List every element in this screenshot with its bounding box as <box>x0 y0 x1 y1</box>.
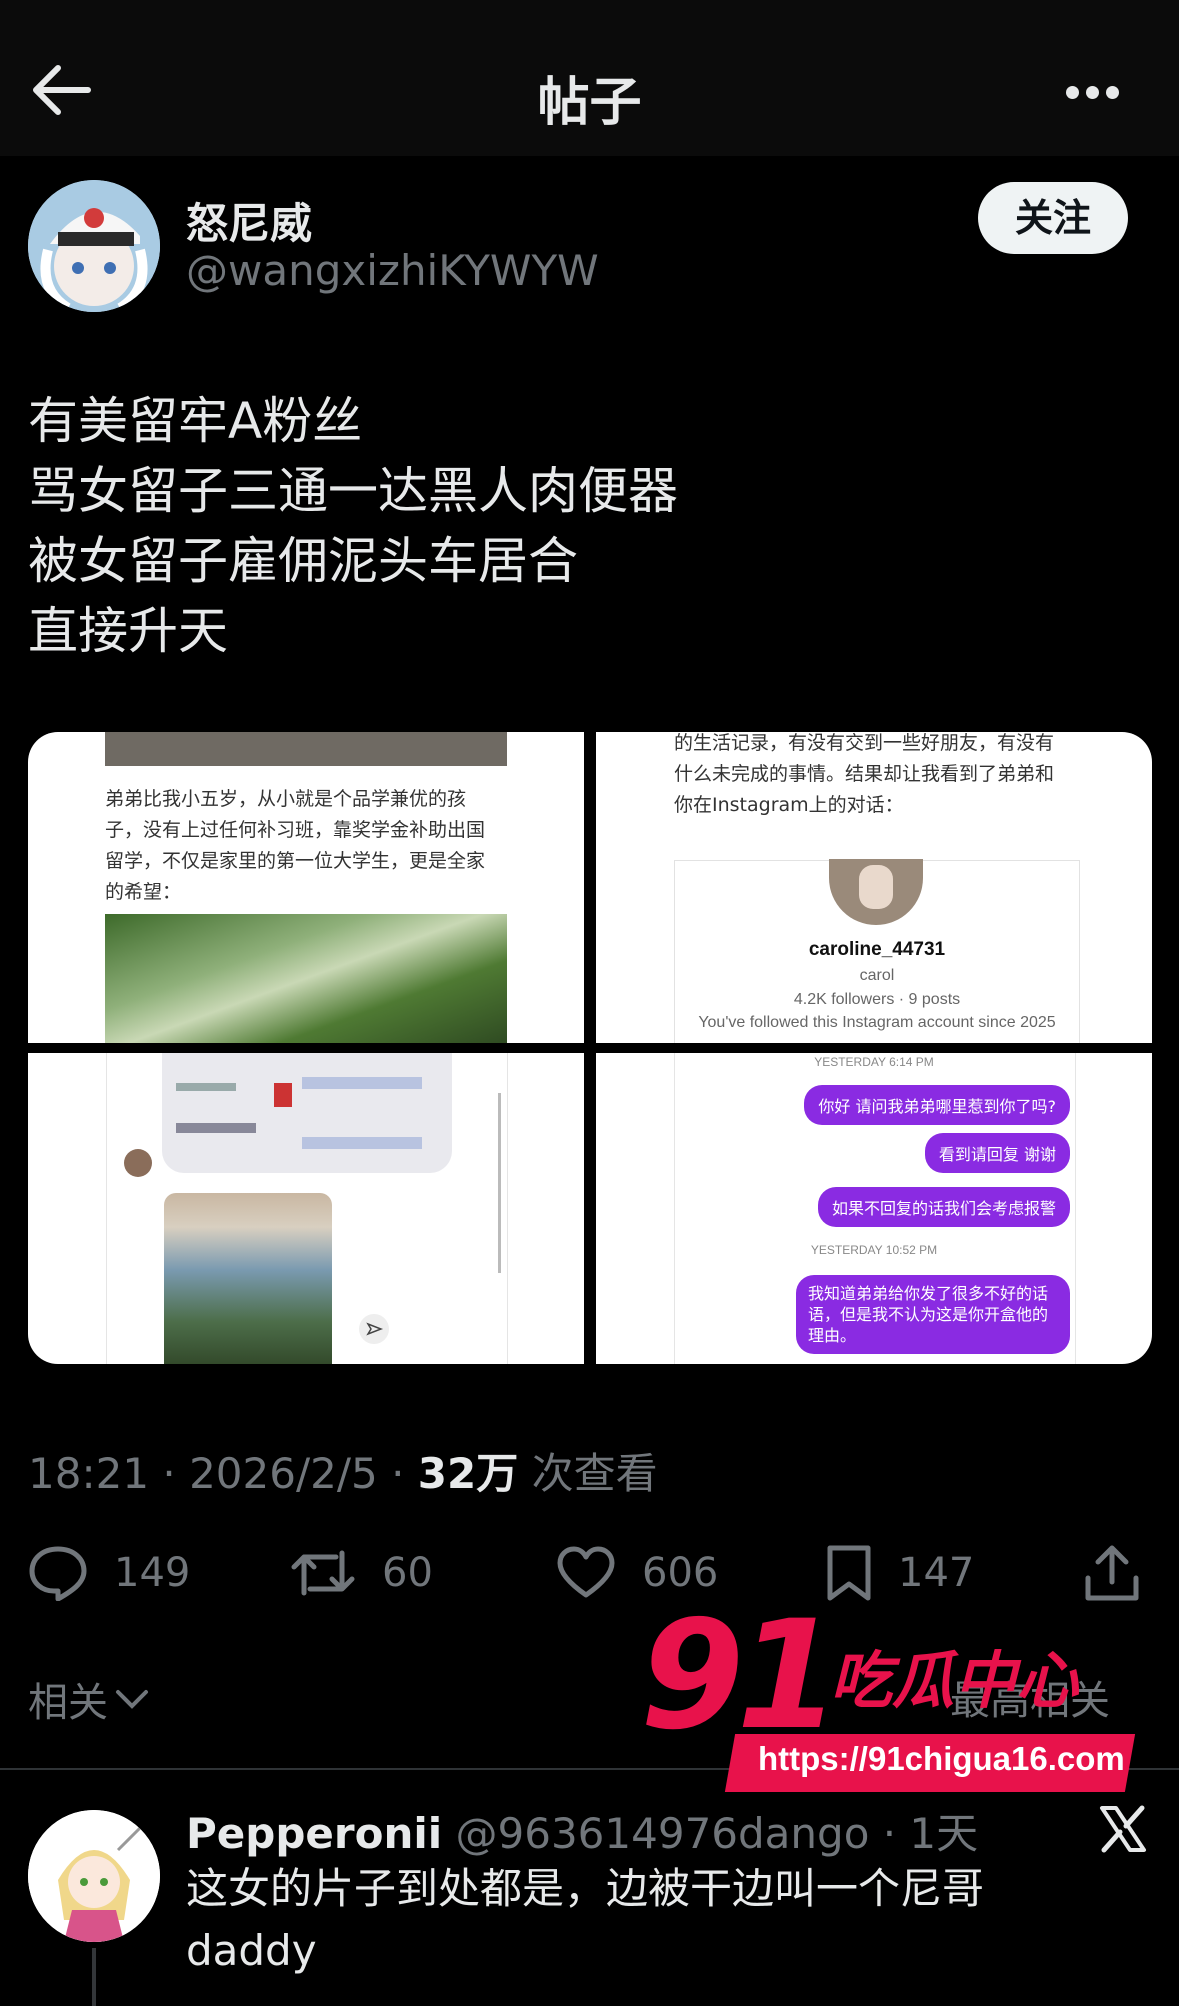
page-title: 帖子 <box>537 73 642 133</box>
building-photo <box>164 1193 332 1364</box>
media-image-2[interactable]: 的生活记录，有没有交到一些好朋友，有没有 什么未完成的事情。结果却让我看到了弟弟… <box>596 732 1152 1043</box>
reply-author-handle[interactable]: @963614976dango · 1天 <box>456 1809 979 1858</box>
retweet-icon <box>291 1550 355 1596</box>
photo-strip <box>105 732 507 766</box>
author-name[interactable]: 怒尼威 <box>186 190 312 251</box>
bookmark-icon <box>827 1545 871 1601</box>
bookmark-count: 147 <box>898 1550 975 1596</box>
watermark-number: 91 <box>640 1589 841 1763</box>
author-handle[interactable]: @wangxizhiKYWYW <box>186 246 599 295</box>
media-image-1[interactable]: 弟弟比我小五岁，从小就是个品学兼优的孩 子，没有上过任何补习班，靠奖学金补助出国… <box>28 732 584 1043</box>
dm-message: 看到请回复 谢谢 <box>924 1133 1070 1173</box>
related-toggle[interactable]: 相关 <box>28 1670 152 1728</box>
heart-icon <box>557 1546 615 1598</box>
dm-timestamp: YESTERDAY 6:14 PM <box>814 1055 934 1069</box>
media-image-3[interactable] <box>28 1053 584 1364</box>
instagram-display-name: carol <box>859 967 895 984</box>
watermark-url: https://91chigua16.com <box>758 1740 1125 1777</box>
reply-count: 149 <box>114 1550 191 1596</box>
view-label: 次查看 <box>518 1449 658 1498</box>
dm-message: 如果不回复的话我们会考虑报警 <box>817 1187 1070 1227</box>
author-avatar[interactable] <box>28 180 160 312</box>
media-grid: 弟弟比我小五岁，从小就是个品学兼优的孩 子，没有上过任何补习班，靠奖学金补助出国… <box>28 732 1152 1364</box>
reply-header: Pepperonii @963614976dango · 1天 <box>186 1800 978 1861</box>
dm-message: 你好 请问我弟弟哪里惹到你了吗? <box>804 1085 1070 1125</box>
reply-text: 这女的片子到处都是，边被干边叫一个尼哥daddy <box>186 1864 985 1975</box>
reply-author-name[interactable]: Pepperonii <box>186 1809 442 1858</box>
view-count: 32万 <box>417 1449 519 1498</box>
x-logo-icon <box>1100 1805 1146 1853</box>
media-image-4[interactable]: YESTERDAY 6:14 PM 你好 请问我弟弟哪里惹到你了吗? 看到请回复… <box>596 1053 1152 1364</box>
image-text: 的生活记录，有没有交到一些好朋友，有没有 什么未完成的事情。结果却让我看到了弟弟… <box>674 732 1055 816</box>
watermark-name: 吃瓜中心 <box>830 1644 1079 1717</box>
post-meta: 18:21 · 2026/2/5 · 32万 次查看 <box>28 1440 658 1501</box>
post-line: 被女留子雇佣泥头车居合 <box>28 532 578 590</box>
profile-photo <box>829 859 923 925</box>
post-line: 骂女留子三通一达黑人肉便器 <box>28 462 678 520</box>
post-line: 直接升天 <box>28 602 228 660</box>
instagram-followed-since: You've followed this Instagram account s… <box>698 1014 1056 1031</box>
share-icon <box>1085 1545 1139 1601</box>
image-text: 弟弟比我小五岁，从小就是个品学兼优的孩 子，没有上过任何补习班，靠奖学金补助出国… <box>105 788 486 903</box>
dm-message: 我知道弟弟给你发了很多不好的话语，但是我不认为这是你开盒他的理由。 <box>796 1275 1070 1354</box>
thread-line <box>92 1948 96 2006</box>
retweet-button[interactable]: 60 <box>290 1538 433 1608</box>
share-arrow-icon <box>359 1314 389 1344</box>
chat-avatar <box>124 1149 152 1177</box>
related-label: 相关 <box>28 1680 108 1726</box>
blurred-photo <box>105 914 507 1043</box>
instagram-stats: 4.2K followers · 9 posts <box>793 991 961 1008</box>
share-button[interactable] <box>1084 1538 1166 1608</box>
reply-button[interactable]: 149 <box>28 1538 190 1608</box>
post-text: 有美留牢A粉丝 骂女留子三通一达黑人肉便器 被女留子雇佣泥头车居合 直接升天 <box>28 386 678 666</box>
follow-button[interactable]: 关注 <box>978 182 1128 254</box>
instagram-username: caroline_44731 <box>808 939 946 960</box>
scrollbar <box>498 1093 501 1273</box>
comment-icon <box>29 1546 87 1601</box>
post-timestamp: 18:21 · 2026/2/5 · <box>28 1449 418 1498</box>
reply-avatar[interactable] <box>28 1810 160 1942</box>
bookmark-button[interactable]: 147 <box>826 1538 974 1608</box>
more-options-icon[interactable] <box>1066 84 1126 99</box>
dm-timestamp: YESTERDAY 10:52 PM <box>810 1243 938 1257</box>
chevron-down-icon <box>116 1690 148 1709</box>
post-line: 有美留牢A粉丝 <box>28 392 363 450</box>
blurred-message <box>162 1053 452 1173</box>
retweet-count: 60 <box>382 1550 433 1596</box>
instagram-card: caroline_44731 carol 4.2K followers · 9 … <box>674 859 1080 1043</box>
